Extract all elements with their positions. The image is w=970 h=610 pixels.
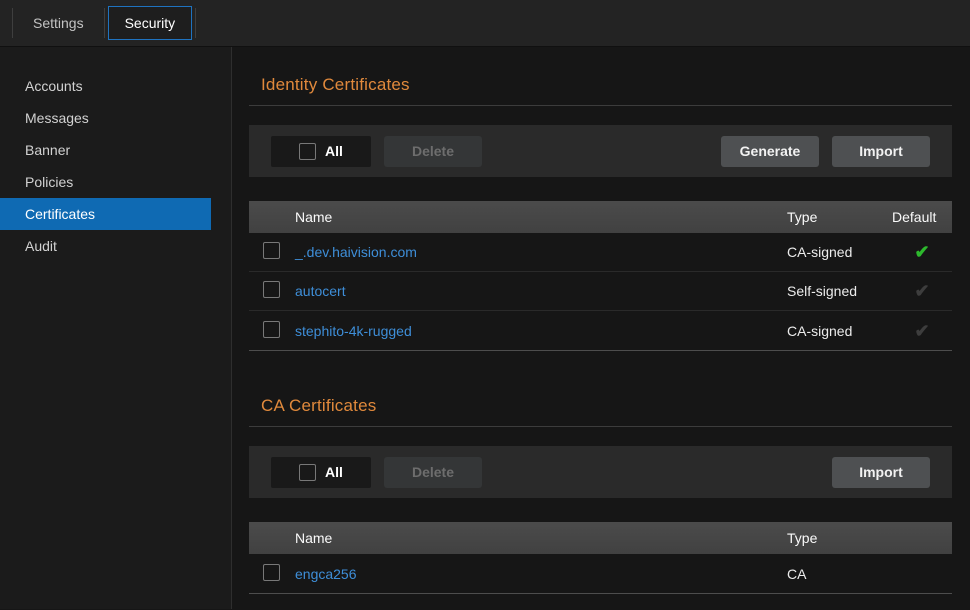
top-bar: Settings Security [0,0,970,47]
certificate-type: Self-signed [787,283,892,299]
column-header-name: Name [295,209,787,225]
certificate-type: CA [787,566,952,582]
sidebar-item-accounts[interactable]: Accounts [0,70,211,102]
topbar-divider [12,8,13,38]
row-checkbox[interactable] [263,321,280,338]
table-header-row: Name Type Default [249,201,952,233]
table-header-row: Name Type [249,522,952,554]
table-row: stephito-4k-rugged CA-signed ✔ [249,311,952,350]
default-check-icon[interactable]: ✔ [914,281,929,301]
identity-select-all-button[interactable]: All [271,136,371,167]
ca-toolbar: All Delete Import [249,446,952,498]
select-all-label: All [325,464,343,480]
sidebar-item-audit[interactable]: Audit [0,230,211,262]
main-content: Identity Certificates All Delete Generat… [232,47,970,609]
tab-settings[interactable]: Settings [16,6,101,40]
column-header-type: Type [787,209,892,225]
table-row: autocert Self-signed ✔ [249,272,952,311]
topbar-divider [195,8,196,38]
identity-import-button[interactable]: Import [832,136,930,167]
identity-certificates-table: Name Type Default _.dev.haivision.com CA… [249,201,952,351]
row-checkbox[interactable] [263,242,280,259]
ca-select-all-button[interactable]: All [271,457,371,488]
certificate-name-link[interactable]: stephito-4k-rugged [295,323,787,339]
default-check-icon[interactable]: ✔ [914,321,929,341]
ca-section-title: CA Certificates [249,387,952,427]
sidebar: Accounts Messages Banner Policies Certif… [0,47,232,609]
identity-generate-button[interactable]: Generate [721,136,819,167]
certificate-name-link[interactable]: engca256 [295,566,787,582]
select-all-checkbox[interactable] [299,143,316,160]
identity-toolbar: All Delete Generate Import [249,125,952,177]
certificate-type: CA-signed [787,244,892,260]
table-row: engca256 CA [249,554,952,593]
topbar-divider [104,8,105,38]
column-header-name: Name [295,530,787,546]
column-header-type: Type [787,530,952,546]
sidebar-item-banner[interactable]: Banner [0,134,211,166]
select-all-label: All [325,143,343,159]
certificate-type: CA-signed [787,323,892,339]
row-checkbox[interactable] [263,564,280,581]
column-header-default: Default [892,209,952,225]
identity-section-title: Identity Certificates [249,66,952,106]
ca-delete-button[interactable]: Delete [384,457,482,488]
certificate-name-link[interactable]: autocert [295,283,787,299]
ca-import-button[interactable]: Import [832,457,930,488]
identity-delete-button[interactable]: Delete [384,136,482,167]
tab-security[interactable]: Security [108,6,193,40]
ca-certificates-table: Name Type engca256 CA [249,522,952,594]
row-checkbox[interactable] [263,281,280,298]
sidebar-item-policies[interactable]: Policies [0,166,211,198]
sidebar-item-messages[interactable]: Messages [0,102,211,134]
ca-certificates-section: CA Certificates All Delete Import Name T… [249,387,952,594]
identity-certificates-section: Identity Certificates All Delete Generat… [249,66,952,351]
default-check-icon[interactable]: ✔ [914,242,929,262]
select-all-checkbox[interactable] [299,464,316,481]
sidebar-item-certificates[interactable]: Certificates [0,198,211,230]
certificate-name-link[interactable]: _.dev.haivision.com [295,244,787,260]
table-row: _.dev.haivision.com CA-signed ✔ [249,233,952,272]
